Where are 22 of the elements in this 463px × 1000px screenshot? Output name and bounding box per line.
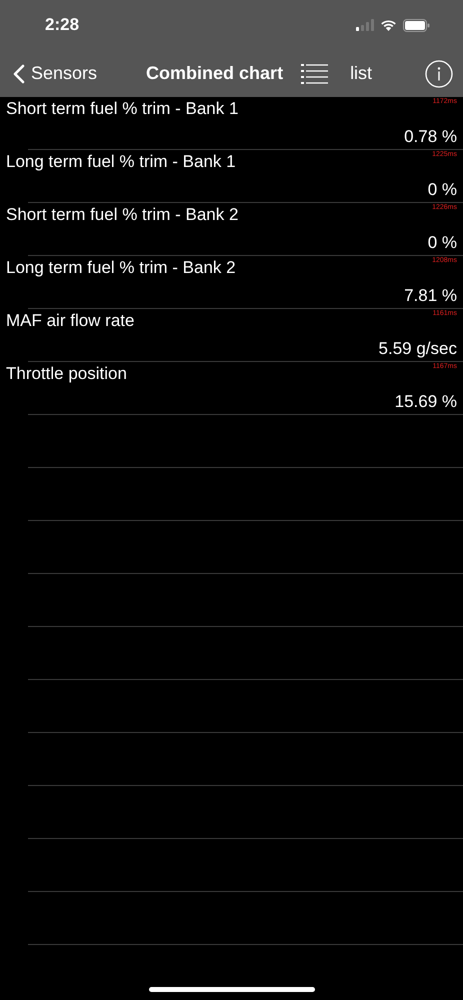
sensor-name: Short term fuel % trim - Bank 2: [6, 205, 238, 225]
sensor-value: 7.81 %: [404, 286, 457, 306]
sensor-value: 0.78 %: [404, 127, 457, 147]
wifi-icon: [380, 19, 397, 31]
sensor-name: MAF air flow rate: [6, 311, 134, 331]
sensor-value: 0 %: [428, 233, 457, 253]
sensor-value: 15.69 %: [394, 392, 457, 412]
battery-icon: [403, 18, 430, 32]
status-time: 2:28: [45, 15, 80, 35]
list-icon[interactable]: [301, 64, 328, 84]
sensor-value: 0 %: [428, 180, 457, 200]
back-button[interactable]: Sensors: [13, 63, 98, 84]
list-button[interactable]: list: [350, 63, 372, 84]
sensor-value: 5.59 g/sec: [378, 339, 457, 359]
chevron-left-icon: [13, 64, 25, 84]
screen-title: Combined chart: [146, 63, 284, 84]
sensor-name: Long term fuel % trim - Bank 2: [6, 258, 236, 278]
sensor-name: Short term fuel % trim - Bank 1: [6, 99, 238, 119]
info-icon[interactable]: [425, 60, 453, 88]
sensor-name: Long term fuel % trim - Bank 1: [6, 152, 236, 172]
signal-icon: [356, 19, 374, 31]
sensor-name: Throttle position: [6, 364, 127, 384]
